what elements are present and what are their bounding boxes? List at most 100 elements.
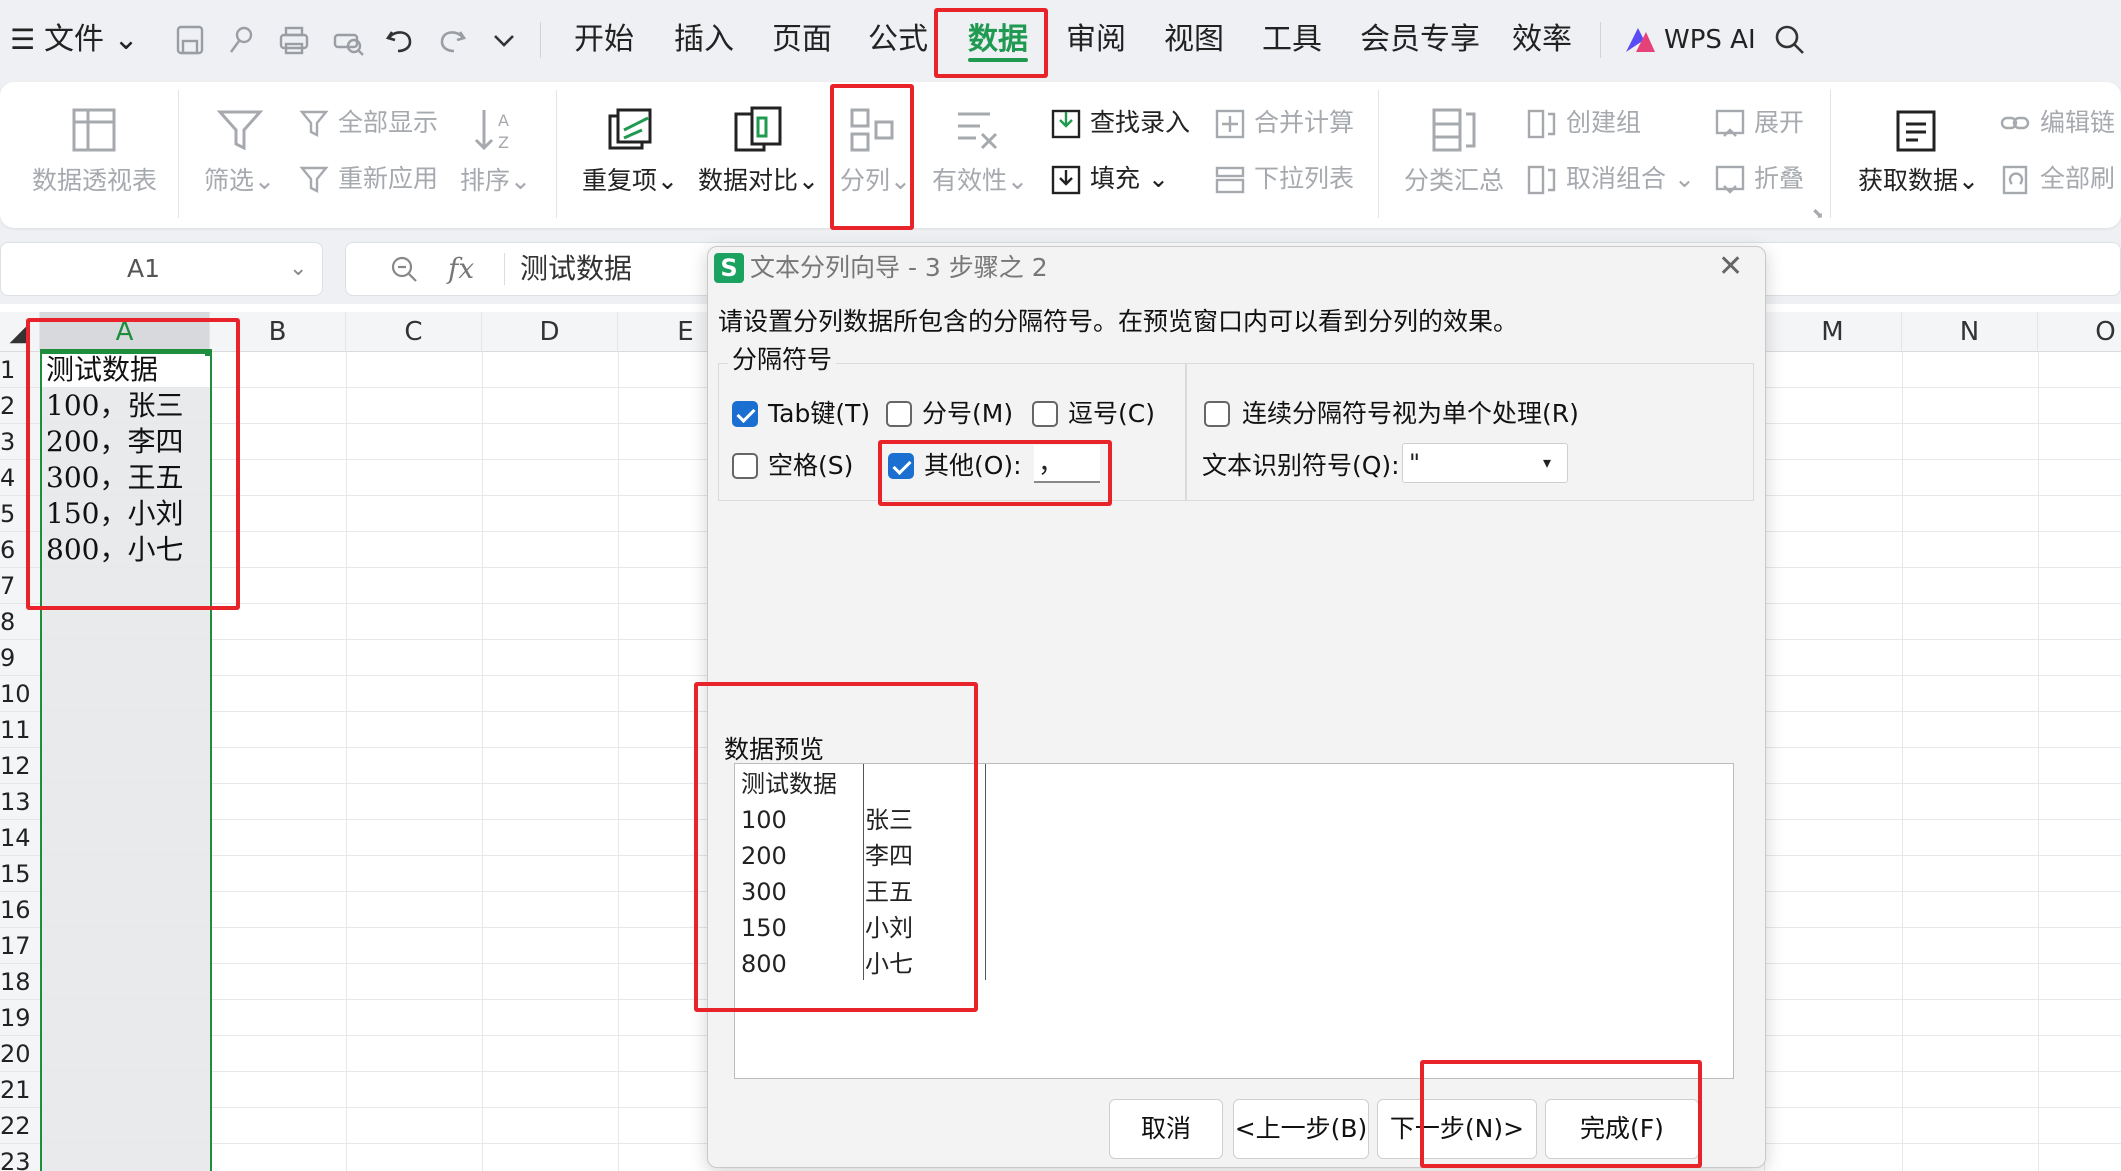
tab-insert[interactable]: 插入 [674,0,734,80]
tab-home[interactable]: 开始 [574,0,634,80]
column-header-c[interactable]: C [346,312,482,352]
pin-icon[interactable] [224,22,260,58]
row-header[interactable]: 15 [0,856,40,892]
edit-links-button[interactable]: 编辑链 [2040,106,2115,140]
row-header[interactable]: 21 [0,1072,40,1108]
file-menu[interactable]: 文件 ⌄ [44,0,139,80]
row-header[interactable]: 14 [0,820,40,856]
name-box[interactable]: A1 ⌄ [0,242,323,296]
spreadsheet-app-icon: S [714,253,744,283]
validity-icon [950,102,1006,158]
highlight-other-delimiter [878,440,1112,506]
semicolon-checkbox-label: 分号(M) [922,399,1014,428]
lookup-entry-icon [1048,106,1084,142]
filter-button[interactable]: 筛选⌄ [204,164,275,198]
data-compare-label: 数据对比 [698,166,799,195]
collapse-button[interactable]: 折叠 [1754,162,1804,196]
semicolon-checkbox[interactable] [886,401,912,427]
formula-divider [504,253,505,285]
chevron-down-icon[interactable] [486,22,522,58]
hamburger-icon[interactable]: ☰ [10,0,35,80]
consolidate-icon [1212,106,1248,142]
column-header-o[interactable]: O [2038,312,2121,352]
close-icon[interactable]: ✕ [1718,249,1743,285]
space-checkbox[interactable] [732,453,758,479]
tab-efficiency[interactable]: 效率 [1512,0,1572,80]
row-header[interactable]: 10 [0,676,40,712]
column-header-m[interactable]: M [1764,312,1902,352]
validity-button[interactable]: 有效性⌄ [932,164,1028,198]
fill-icon [1048,162,1084,198]
subtotal-button[interactable]: 分类汇总 [1404,164,1504,198]
consecutive-checkbox[interactable] [1204,401,1230,427]
consecutive-checkbox-label: 连续分隔符号视为单个处理(R) [1242,399,1579,428]
row-header[interactable]: 19 [0,1000,40,1036]
dialog-title: 文本分列向导 - 3 步骤之 2 [750,253,1048,282]
tab-page[interactable]: 页面 [772,0,832,80]
reapply-button[interactable]: 重新应用 [338,162,438,196]
row-header[interactable]: 9 [0,640,40,676]
ungroup-icon [1524,162,1560,198]
formula-content[interactable]: 测试数据 [520,249,632,289]
ungroup-label: 取消组合 [1566,164,1667,193]
tab-view[interactable]: 视图 [1164,0,1224,80]
comma-checkbox[interactable] [1032,401,1058,427]
tab-formula[interactable]: 公式 [868,0,928,80]
function-icon[interactable]: fx [448,249,474,289]
highlight-column-a-data [26,318,240,610]
show-all-button[interactable]: 全部显示 [338,106,438,140]
dropdown-list-button[interactable]: 下拉列表 [1254,162,1354,196]
get-data-icon [1888,102,1944,158]
consolidate-button[interactable]: 合并计算 [1254,106,1354,140]
data-compare-button[interactable]: 数据对比⌄ [698,164,819,198]
fill-label: 填充 [1090,164,1141,193]
row-header[interactable]: 13 [0,784,40,820]
row-header[interactable]: 16 [0,892,40,928]
group-launcher-icon[interactable]: ⬊ [1812,206,1824,222]
filter-icon [212,102,268,158]
redo-icon[interactable] [434,22,470,58]
create-group-button[interactable]: 创建组 [1566,106,1641,140]
pivot-table-button[interactable]: 数据透视表 [32,164,157,198]
duplicates-button[interactable]: 重复项⌄ [582,164,678,198]
ungroup-button[interactable]: 取消组合 ⌄ [1566,162,1695,196]
ribbon [0,82,2121,228]
print-icon[interactable] [276,22,312,58]
search-icon[interactable] [1772,22,1808,58]
menu-divider [1600,22,1601,58]
sort-button[interactable]: 排序⌄ [460,164,531,198]
lookup-entry-button[interactable]: 查找录入 [1090,106,1190,140]
qualifier-label: 文本识别符号(Q): [1202,451,1400,480]
reapply-icon [298,162,334,198]
tab-checkbox[interactable] [732,401,758,427]
row-header[interactable]: 11 [0,712,40,748]
wps-ai-button[interactable]: WPS AI [1664,0,1756,80]
row-header[interactable]: 12 [0,748,40,784]
expand-button[interactable]: 展开 [1754,106,1804,140]
get-data-button[interactable]: 获取数据⌄ [1858,164,1979,198]
tab-review[interactable]: 审阅 [1066,0,1126,80]
row-header[interactable]: 22 [0,1108,40,1144]
row-header[interactable]: 18 [0,964,40,1000]
column-header-d[interactable]: D [482,312,618,352]
column-header-n[interactable]: N [1902,312,2038,352]
highlight-split-button [830,84,914,230]
print-preview-icon[interactable] [330,22,366,58]
back-button[interactable]: <上一步(B) [1233,1099,1369,1159]
chevron-down-icon[interactable]: ▾ [1543,446,1551,480]
zoom-icon[interactable] [388,253,420,285]
row-header[interactable]: 23 [0,1144,40,1171]
chevron-down-icon[interactable]: ⌄ [289,251,307,287]
sort-icon: AZ [470,102,526,158]
save-icon[interactable] [172,22,208,58]
qualifier-select[interactable]: " ▾ [1402,443,1568,483]
undo-icon[interactable] [382,22,418,58]
highlight-data-tab [934,8,1048,78]
tab-member[interactable]: 会员专享 [1360,0,1480,80]
fill-button[interactable]: 填充 ⌄ [1090,162,1169,196]
refresh-all-button[interactable]: 全部刷 [2040,162,2115,196]
cancel-button[interactable]: 取消 [1109,1099,1223,1159]
row-header[interactable]: 17 [0,928,40,964]
row-header[interactable]: 20 [0,1036,40,1072]
tab-tools[interactable]: 工具 [1262,0,1322,80]
